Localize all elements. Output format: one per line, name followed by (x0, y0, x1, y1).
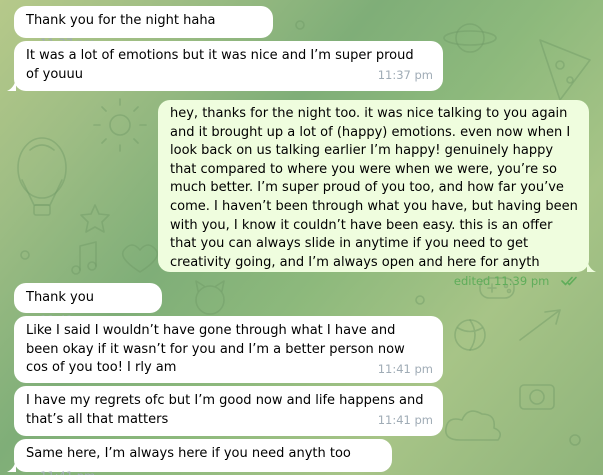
message-text: hey, thanks for the night too. it was ni… (170, 106, 578, 270)
bubble-tail-icon (587, 260, 596, 272)
message-bubble-incoming[interactable]: It was a lot of emotions but it was nice… (7, 41, 443, 91)
message-text: Same here, I’m always here if you need a… (26, 446, 351, 461)
message-bubble-incoming[interactable]: Same here, I’m always here if you need a… (7, 439, 392, 475)
heart-icon (121, 244, 159, 273)
message-text: Thank you for the night haha (26, 13, 216, 28)
message-time: 11:39 pm (494, 274, 550, 289)
cloud-icon (444, 410, 502, 441)
message-meta: edited 11:39 pm (170, 272, 579, 291)
bubble-tail-icon (7, 79, 16, 91)
message-text: Thank you (26, 290, 94, 305)
camera-icon (519, 384, 555, 410)
star-icon (80, 204, 110, 233)
message-bubble-incoming[interactable]: I have my regrets ofc but I’m good now a… (14, 386, 443, 436)
message-bubble-outgoing[interactable]: hey, thanks for the night too. it was ni… (158, 100, 596, 288)
message-bubble-incoming[interactable]: Thank you for the night haha11:37 pm (14, 6, 273, 50)
arrow-icon (519, 309, 561, 341)
sun-icon (93, 98, 147, 152)
message-bubble-incoming[interactable]: Thank you11:41 pm (14, 283, 162, 327)
edited-label: edited (453, 274, 491, 289)
music-note-icon (71, 241, 97, 275)
bubble-tail-icon (7, 460, 16, 472)
lollipop-icon (454, 319, 486, 351)
message-time: 11:41 pm (40, 467, 95, 475)
message-bubble-incoming[interactable]: Like I said I wouldn’t have gone through… (14, 316, 443, 383)
planet-icon (443, 23, 497, 53)
double-check-read-icon (561, 276, 577, 286)
hot-air-balloon-icon (17, 137, 67, 216)
pizza-icon (539, 39, 591, 101)
message-time: 11:37 pm (377, 68, 433, 83)
